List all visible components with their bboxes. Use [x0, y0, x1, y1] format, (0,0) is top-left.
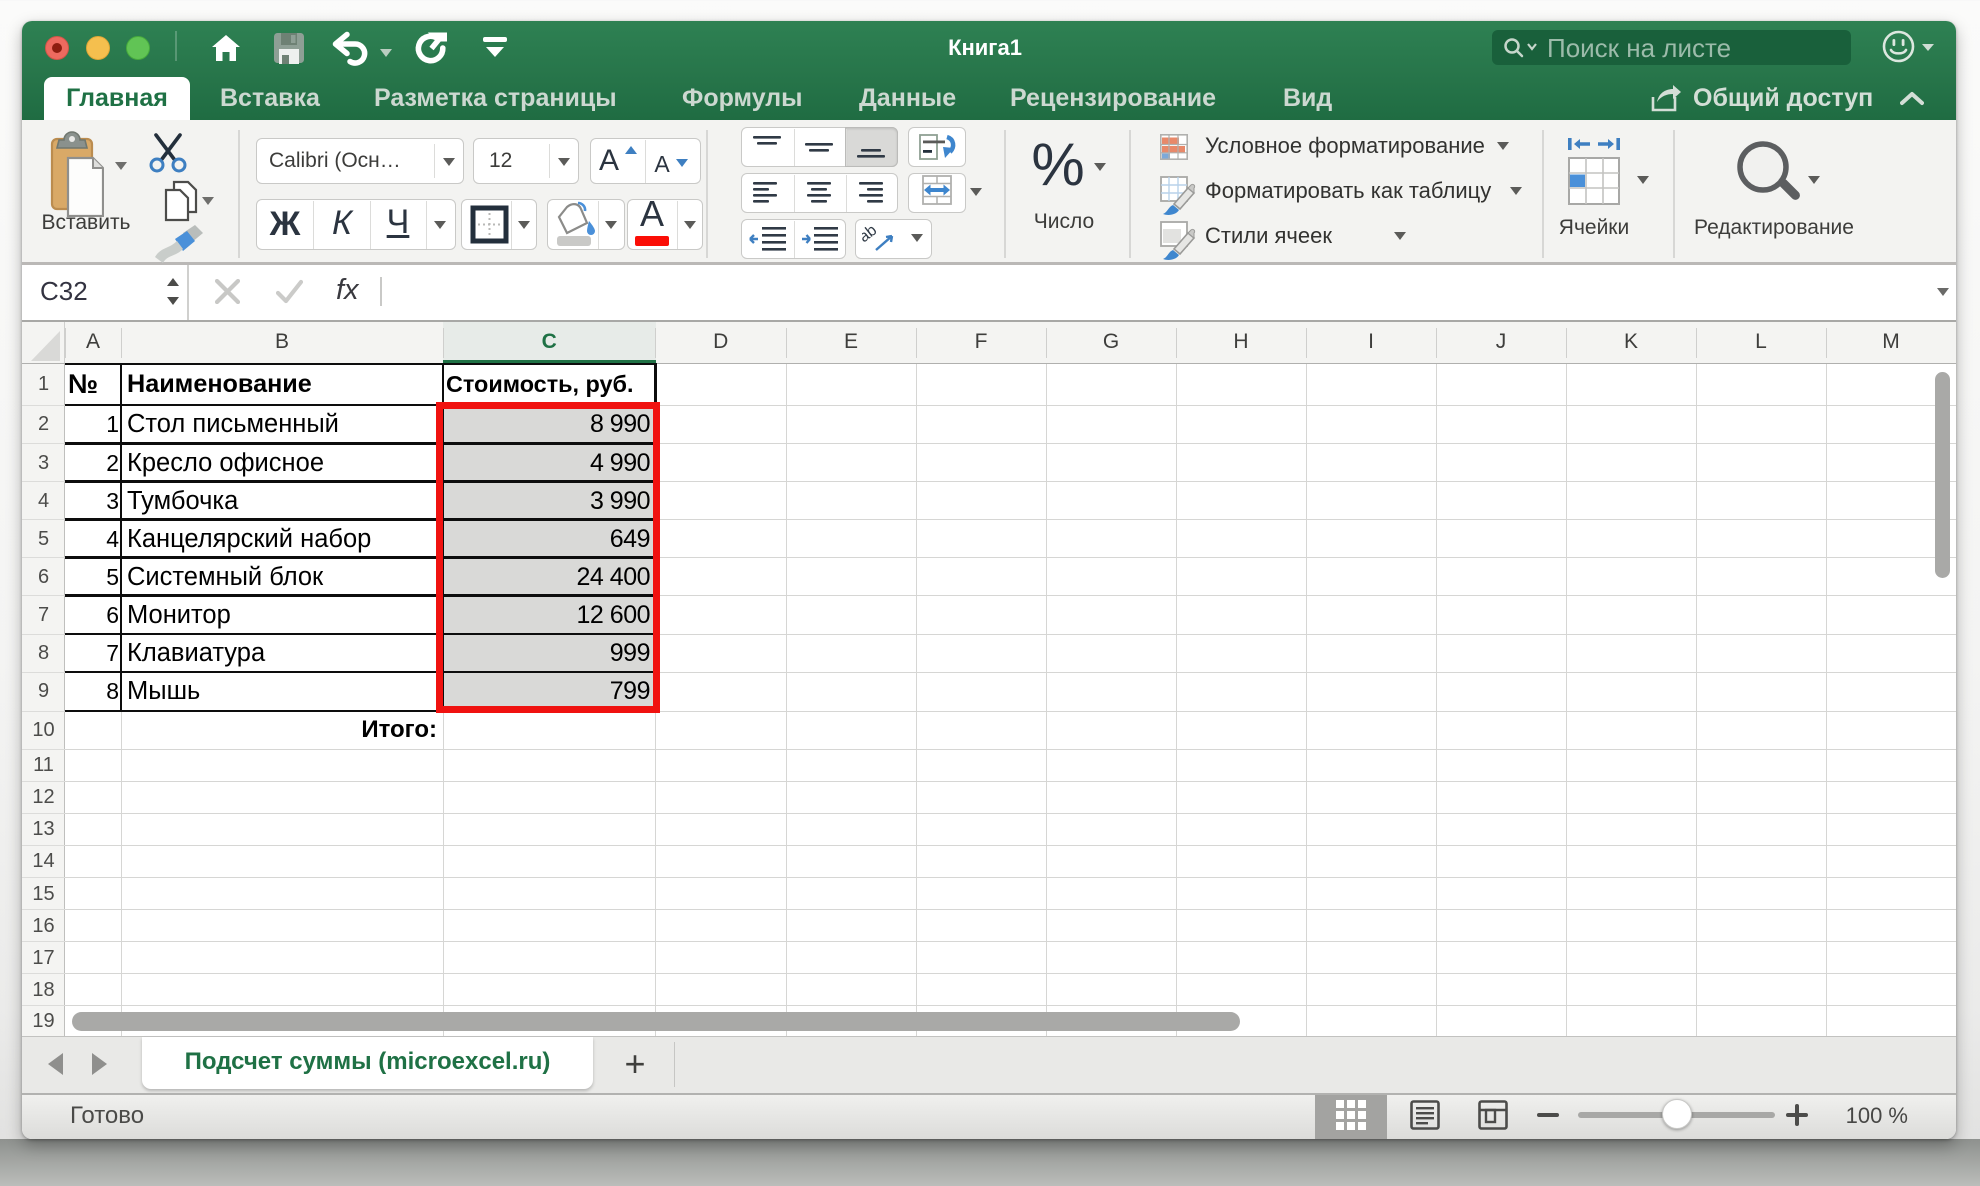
svg-text:ab: ab — [862, 224, 880, 246]
